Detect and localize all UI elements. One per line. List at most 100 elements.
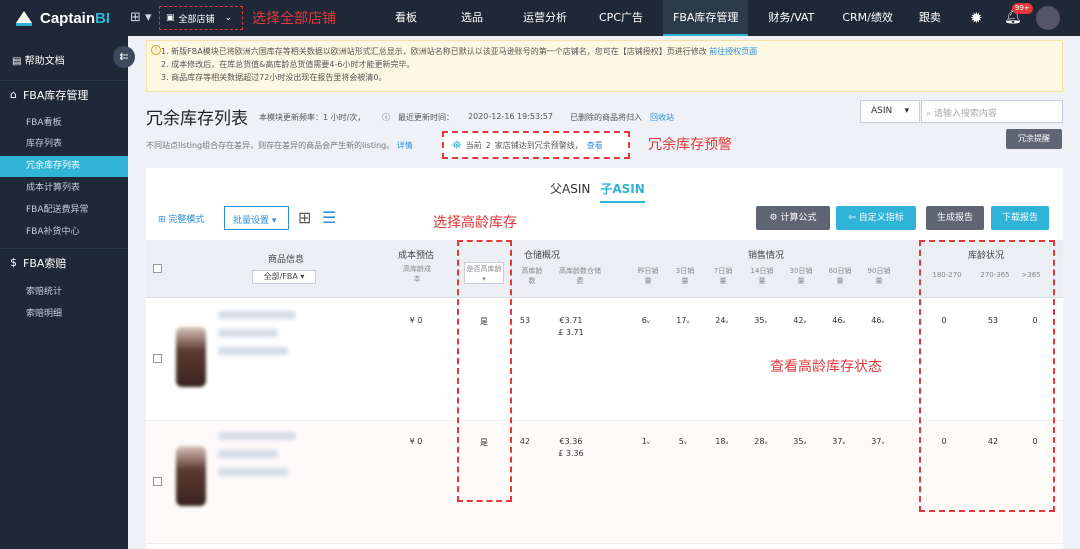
col-sales-sub: 昨日销量 (637, 267, 659, 285)
chevron-down-icon: ▾ (271, 216, 277, 226)
col-sales-sub: 60日销量 (828, 267, 852, 285)
chevron-down-icon: ▾ (904, 106, 909, 116)
product-filter-select[interactable]: 全部/FBA ▾ (252, 270, 316, 284)
nav-item[interactable]: 运营分析 (513, 0, 577, 36)
sidebar-section-claims[interactable]: $ FBA索赔 (0, 248, 128, 276)
chevron-down-icon: ⌄ (224, 13, 233, 23)
search-type-select[interactable]: ASIN ▾ (860, 100, 920, 123)
arrow-icon: ⇦ (848, 213, 859, 223)
detail-link[interactable]: 详情 (397, 141, 413, 150)
notice-line3: 3. 商品库存等相关数据超过72小时没出现在报告里将会被清0。 (161, 73, 387, 82)
tab-parent-asin[interactable]: 父ASIN (550, 180, 590, 203)
col-sales: 销售情况 (747, 251, 784, 261)
download-report-button[interactable]: 下载报告 (991, 206, 1049, 230)
search-input[interactable]: ⌕ 请输入搜索内容 (921, 100, 1063, 123)
sidebar-item-fba-board[interactable]: FBA看板 (0, 113, 128, 134)
notice-banner: ! 1. 新版FBA模块已将欧洲六国库存等相关数据以欧洲站形式汇总显示，欧洲站名… (146, 40, 1063, 92)
help-link[interactable]: ▤ 帮助文档 (12, 52, 65, 67)
last-update-time: 2020-12-16 19:53:57 (468, 112, 553, 121)
asin-tabs: 父ASIN 子ASIN (550, 180, 645, 203)
product-meta-blurred (218, 329, 278, 337)
select-all-checkbox[interactable] (153, 264, 162, 273)
brand-prefix: Captain (40, 9, 96, 27)
sales-value[interactable]: 1ᵥ (634, 437, 658, 446)
top-navbar: CaptainBI ⊞ ▾ ▣ 全部店铺 ⌄ 选择全部店铺 看板 选品 运营分析… (0, 0, 1080, 36)
sales-value[interactable]: 42ᵥ (788, 316, 812, 325)
recycle-bin-link[interactable]: 回收站 (650, 112, 674, 123)
product-filter-value: 全部/FBA (263, 272, 298, 281)
nav-item[interactable]: 看板 (385, 0, 427, 36)
row-checkbox[interactable] (153, 477, 162, 486)
sidebar-item-replenish[interactable]: FBA补货中心 (0, 222, 128, 243)
alert-prefix: 当前 (465, 140, 482, 150)
nav-item[interactable]: 跟卖 (909, 0, 951, 36)
card-view-icon[interactable]: ⊞ (298, 208, 311, 227)
col-wh-sub2: 高库龄数仓储费 (559, 267, 601, 285)
nav-item[interactable]: 选品 (451, 0, 493, 36)
sidebar-item-claim-stats[interactable]: 索赔统计 (0, 282, 128, 303)
notification-badge: 99+ (1012, 3, 1033, 14)
notice-line1: 1. 新版FBA模块已将欧洲六国库存等相关数据以欧洲站形式汇总显示，欧洲站名称已… (161, 47, 707, 56)
product-meta-blurred (218, 450, 278, 458)
sales-value[interactable]: 18ᵥ (710, 437, 734, 446)
sales-value[interactable]: 35ᵥ (788, 437, 812, 446)
tab-child-asin[interactable]: 子ASIN (600, 180, 645, 203)
sales-value[interactable]: 37ᵥ (866, 437, 890, 446)
sidebar-item-cost[interactable]: 成本计算列表 (0, 178, 128, 199)
main-nav: 看板 选品 运营分析 CPC广告 FBA库存管理 财务/VAT CRM/绩效 跟… (385, 0, 951, 36)
list-view-icon[interactable]: ☰ (322, 208, 336, 227)
collapse-sidebar-icon[interactable]: ⇇ (113, 46, 135, 68)
generate-report-button[interactable]: 生成报告 (926, 206, 984, 230)
app-grid-icon[interactable]: ⊞ ▾ (130, 10, 152, 25)
sales-value[interactable]: 17ᵥ (671, 316, 695, 325)
calc-formula-button[interactable]: ⚙ 计算公式 (756, 206, 830, 230)
product-meta-blurred (218, 347, 288, 355)
batch-settings-select[interactable]: 批量设置 ▾ (224, 206, 289, 230)
col-sales-sub: 7日销量 (713, 267, 733, 285)
home-icon: ⌂ (10, 88, 17, 101)
product-meta-blurred (218, 468, 288, 476)
sidebar-item-inventory[interactable]: 库存列表 (0, 134, 128, 155)
brand-suffix: BI (95, 9, 111, 27)
help-label: 帮助文档 (24, 56, 65, 67)
nav-item-active[interactable]: FBA库存管理 (663, 0, 749, 36)
col-cost: 成本预估 (397, 251, 434, 261)
sales-value[interactable]: 35ᵥ (749, 316, 773, 325)
cost-value: ¥ 0 (409, 437, 423, 446)
sidebar-section-fba[interactable]: ⌂ FBA库存管理 (0, 80, 128, 108)
col-product: 商品信息 (267, 255, 304, 265)
listing-note: 不同站点listing组合存在差异，则存在差异的商品会产生新的listing。 … (146, 140, 413, 151)
custom-metric-button[interactable]: ⇦ 自定义指标 (836, 206, 916, 230)
nav-item[interactable]: CPC广告 (589, 0, 653, 36)
sales-value[interactable]: 46ᵥ (827, 316, 851, 325)
sales-value[interactable]: 5ᵥ (671, 437, 695, 446)
listing-note-text: 不同站点listing组合存在差异，则存在差异的商品会产生新的listing。 (146, 141, 395, 150)
sun-icon[interactable]: ✹ (970, 9, 983, 27)
redundant-reminder-button[interactable]: 冗余提醒 (1006, 129, 1062, 149)
store-select[interactable]: ▣ 全部店铺 ⌄ (159, 6, 243, 30)
sales-value[interactable]: 6ᵥ (634, 316, 658, 325)
sales-value[interactable]: 37ᵥ (827, 437, 851, 446)
grid-icon: ⊞ (158, 215, 169, 225)
sidebar-item-fee-abnormal[interactable]: FBA配送费异常 (0, 200, 128, 221)
custom-label: 自定义指标 (858, 213, 904, 223)
sidebar-item-claim-detail[interactable]: 索赔明细 (0, 304, 128, 325)
annotation-select-aged: 选择高龄库存 (433, 215, 517, 231)
view-mode-toggle[interactable]: ⊞ 完整模式 (158, 212, 204, 225)
sales-value[interactable]: 24ᵥ (710, 316, 734, 325)
nav-item[interactable]: 财务/VAT (758, 0, 824, 36)
avatar[interactable] (1036, 6, 1060, 30)
product-title-blurred (218, 311, 296, 319)
logo-icon (16, 11, 32, 26)
sales-value[interactable]: 46ᵥ (866, 316, 890, 325)
update-frequency: 本模块更新频率：1 小时/次， (259, 113, 366, 122)
annotation-select-all-stores: 选择全部店铺 (252, 11, 336, 27)
help-icon[interactable]: ⓘ (382, 112, 390, 123)
notice-link[interactable]: 前往授权页面 (709, 47, 757, 56)
row-checkbox[interactable] (153, 354, 162, 363)
nav-item[interactable]: CRM/绩效 (832, 0, 903, 36)
sales-value[interactable]: 28ᵥ (749, 437, 773, 446)
captainbi-logo[interactable]: CaptainBI (14, 9, 110, 27)
alert-view-link[interactable]: 查看 (587, 140, 603, 151)
sidebar-item-redundant[interactable]: 冗余库存列表 (0, 156, 128, 177)
